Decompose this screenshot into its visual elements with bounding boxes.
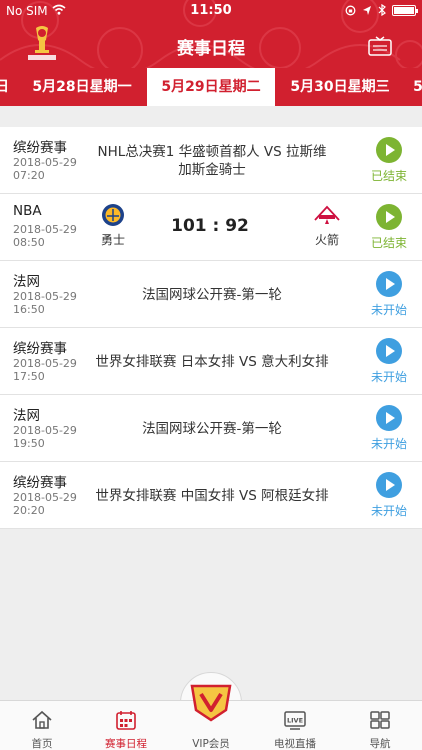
svg-text:LIVE: LIVE [287, 717, 303, 725]
warriors-logo-icon [102, 204, 124, 226]
play-icon[interactable] [376, 271, 402, 297]
tab-label: VIP会员 [192, 738, 230, 750]
home-icon [32, 710, 52, 729]
event-status: 已结束 [370, 169, 407, 183]
date-tab-may28[interactable]: 5月28日星期一 [18, 68, 146, 106]
app-header: No SIM 11:50 赛事日程 [0, 0, 422, 68]
event-row[interactable]: 法网 2018-05-29 16:50 法国网球公开赛-第一轮 未开始 [0, 261, 422, 328]
event-title: 世界女排联赛 中国女排 VS 阿根廷女排 [95, 487, 329, 504]
event-datetime: 2018-05-29 20:20 [13, 491, 77, 517]
event-time: 16:50 [13, 303, 45, 316]
tab-live-tv[interactable]: LIVE 电视直播 [253, 701, 337, 750]
event-datetime: 2018-05-29 19:50 [13, 424, 77, 450]
event-category: 法网 [13, 274, 40, 290]
event-date: 2018-05-29 [13, 424, 77, 437]
event-date: 2018-05-29 [13, 156, 77, 169]
event-date: 2018-05-29 [13, 290, 77, 303]
rockets-logo-icon [314, 205, 340, 224]
away-team: 火箭 [307, 202, 347, 248]
event-date: 2018-05-29 [13, 223, 77, 236]
play-icon[interactable] [376, 137, 402, 163]
date-selector: 日 5月28日星期一 5月29日星期二 5月30日星期三 5 [0, 68, 422, 106]
orientation-lock-icon [345, 5, 356, 15]
event-title: 法国网球公开赛-第一轮 [142, 286, 282, 303]
event-title: NHL总决赛1 华盛顿首都人 VS 拉斯维加斯金骑士 [97, 143, 327, 178]
event-status: 未开始 [370, 504, 407, 518]
date-tab-prev[interactable]: 日 [0, 68, 12, 106]
event-time: 17:50 [13, 370, 45, 383]
play-icon[interactable] [376, 472, 402, 498]
event-datetime: 2018-05-29 07:20 [13, 156, 77, 182]
event-status: 已结束 [370, 236, 407, 250]
bluetooth-icon [378, 4, 386, 16]
away-team-name: 火箭 [314, 233, 339, 247]
date-tab-may30[interactable]: 5月30日星期三 [276, 68, 404, 106]
event-row[interactable]: 缤纷赛事 2018-05-29 07:20 NHL总决赛1 华盛顿首都人 VS 拉… [0, 127, 422, 194]
tab-home[interactable]: 首页 [0, 701, 84, 750]
event-datetime: 2018-05-29 17:50 [13, 357, 77, 383]
grid-nav-icon [370, 711, 390, 729]
match-score: 101 : 92 [171, 216, 249, 236]
event-time: 07:20 [13, 169, 45, 182]
calendar-icon [116, 711, 136, 730]
vip-badge-icon[interactable] [188, 682, 234, 722]
tab-label: 首页 [31, 738, 53, 750]
status-bar: No SIM 11:50 [0, 0, 422, 22]
event-category: 缤纷赛事 [13, 140, 67, 156]
tab-label: 导航 [369, 738, 391, 750]
date-tab-may29[interactable]: 5月29日星期二 [147, 68, 275, 106]
play-icon[interactable] [376, 338, 402, 364]
event-title: 世界女排联赛 日本女排 VS 意大利女排 [95, 353, 329, 370]
tab-label: 赛事日程 [105, 738, 147, 750]
event-status: 未开始 [370, 370, 407, 384]
event-time: 19:50 [13, 437, 45, 450]
play-icon[interactable] [376, 405, 402, 431]
event-row[interactable]: 缤纷赛事 2018-05-29 17:50 世界女排联赛 日本女排 VS 意大利女… [0, 328, 422, 395]
event-list: 缤纷赛事 2018-05-29 07:20 NHL总决赛1 华盛顿首都人 VS 拉… [0, 127, 422, 529]
event-row[interactable]: 法网 2018-05-29 19:50 法国网球公开赛-第一轮 未开始 [0, 395, 422, 462]
event-category: 缤纷赛事 [13, 341, 67, 357]
event-category: 缤纷赛事 [13, 475, 67, 491]
event-time: 20:20 [13, 504, 45, 517]
location-icon [363, 5, 371, 15]
tab-navigation[interactable]: 导航 [338, 701, 422, 750]
tv-schedule-icon[interactable] [368, 36, 392, 56]
event-datetime: 2018-05-29 16:50 [13, 290, 77, 316]
event-date: 2018-05-29 [13, 357, 77, 370]
date-tab-next[interactable]: 5 [408, 68, 422, 106]
event-time: 08:50 [13, 236, 45, 249]
event-status: 未开始 [370, 303, 407, 317]
event-status: 未开始 [370, 437, 407, 451]
status-icons [345, 4, 418, 16]
event-date: 2018-05-29 [13, 491, 77, 504]
battery-icon [392, 4, 418, 16]
event-category: 法网 [13, 408, 40, 424]
tab-schedule[interactable]: 赛事日程 [84, 701, 168, 750]
event-datetime: 2018-05-29 08:50 [13, 223, 77, 249]
event-row[interactable]: NBA 2018-05-29 08:50 勇士 101 : 92 火箭 已结束 [0, 194, 422, 261]
event-row[interactable]: 缤纷赛事 2018-05-29 20:20 世界女排联赛 中国女排 VS 阿根廷女… [0, 462, 422, 529]
event-title: 法国网球公开赛-第一轮 [142, 420, 282, 437]
home-team: 勇士 [93, 202, 133, 248]
play-icon[interactable] [376, 204, 402, 230]
tab-label: 电视直播 [274, 738, 316, 750]
home-team-name: 勇士 [100, 233, 125, 247]
event-category: NBA [13, 203, 42, 219]
live-tv-icon: LIVE [284, 711, 306, 730]
page-title: 赛事日程 [177, 39, 245, 59]
